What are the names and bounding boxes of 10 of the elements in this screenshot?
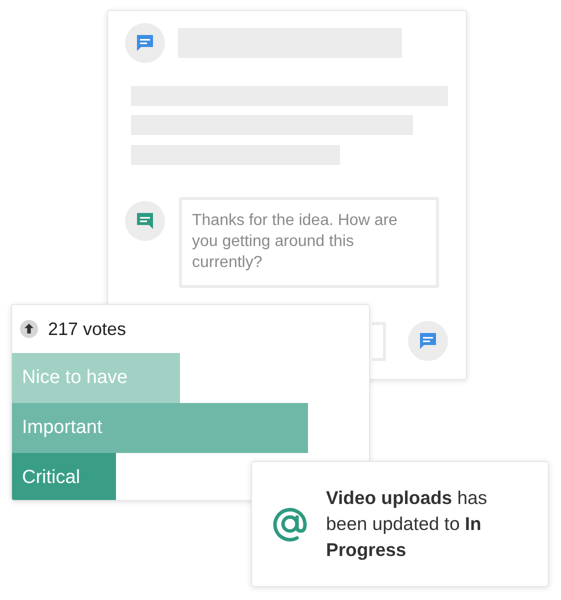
priority-label: Critical — [22, 467, 80, 489]
chat-icon — [418, 331, 438, 351]
notification-text: Video uploads has been updated to In Progress — [326, 486, 488, 562]
upvote-icon[interactable] — [20, 320, 38, 338]
chat-icon — [135, 33, 155, 53]
comment-bubble: Thanks for the idea. How are you getting around this currently? — [179, 197, 439, 288]
chat-icon — [135, 211, 155, 231]
vote-count: 217 votes — [48, 318, 126, 340]
priority-label: Important — [22, 417, 102, 439]
priority-label: Nice to have — [22, 367, 128, 389]
